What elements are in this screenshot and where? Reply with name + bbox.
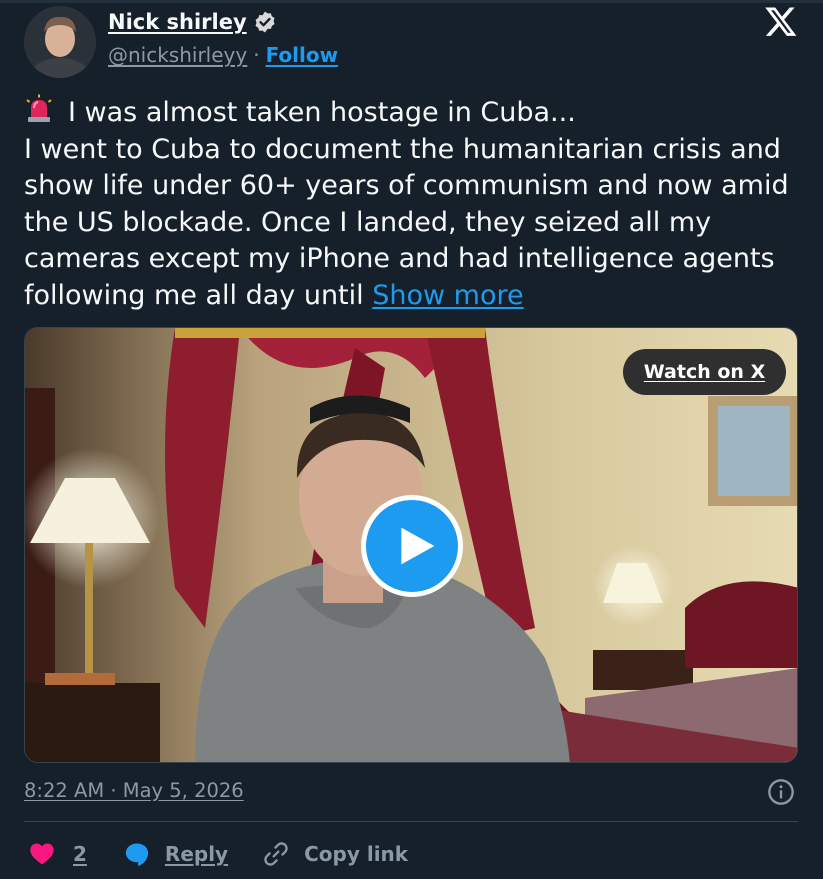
- siren-icon: [26, 94, 52, 122]
- watch-on-x-button[interactable]: Watch on X: [623, 349, 786, 395]
- avatar-image: [24, 6, 96, 78]
- reply-label: Reply: [164, 842, 229, 866]
- like-button[interactable]: 2: [28, 840, 87, 868]
- play-icon: [401, 527, 435, 565]
- like-count[interactable]: 2: [73, 842, 87, 866]
- tweet-line-1: I was almost taken hostage in Cuba...: [24, 94, 804, 132]
- tweet-line-1-text: I was almost taken hostage in Cuba...: [68, 97, 576, 128]
- top-border: [0, 0, 823, 3]
- tweet-line-3: show life under 60+ years of communism a…: [24, 170, 789, 201]
- author-name-row: Nick shirley: [108, 10, 277, 34]
- tweet-line-4: the US blockade. Once I landed, they sei…: [24, 206, 712, 238]
- author-handle-row: @nickshirleyy · Follow: [108, 43, 338, 67]
- follow-button[interactable]: Follow: [266, 43, 339, 67]
- reply-bubble-icon: [125, 843, 149, 867]
- play-button[interactable]: [361, 495, 463, 597]
- copy-link-label: Copy link: [304, 842, 409, 866]
- video-player[interactable]: Watch on X: [24, 327, 798, 763]
- info-icon[interactable]: [767, 778, 795, 806]
- tweet-line-2: I went to Cuba to document the humanitar…: [24, 133, 781, 165]
- tweet-line-6-text: following me all day until: [24, 279, 364, 311]
- author-handle[interactable]: @nickshirleyy: [108, 43, 247, 67]
- action-bar: 2 Reply Copy link: [28, 837, 408, 871]
- reply-button[interactable]: Reply: [123, 840, 228, 868]
- link-icon: [264, 842, 288, 866]
- tweet-timestamp[interactable]: 8:22 AM · May 5, 2026: [24, 779, 244, 802]
- tweet-line-5: cameras except my iPhone and had intelli…: [24, 243, 775, 274]
- x-logo-icon[interactable]: [764, 4, 798, 38]
- copy-link-button[interactable]: Copy link: [262, 840, 408, 868]
- heart-icon: [30, 843, 54, 865]
- verified-badge-icon: [255, 11, 275, 33]
- avatar[interactable]: [24, 6, 96, 78]
- separator-dot: ·: [253, 43, 260, 67]
- author-name[interactable]: Nick shirley: [108, 10, 247, 34]
- divider: [24, 821, 798, 822]
- tweet-text: I was almost taken hostage in Cuba... I …: [24, 94, 804, 314]
- tweet-line-6: following me all day until Show more: [24, 278, 804, 315]
- show-more-link[interactable]: Show more: [372, 280, 523, 311]
